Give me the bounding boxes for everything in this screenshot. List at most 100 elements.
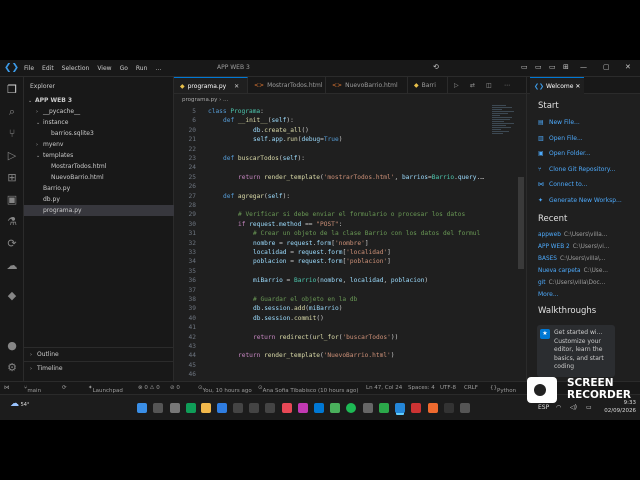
language-indicator[interactable]: ESP — [538, 404, 549, 411]
menu-edit[interactable]: Edit — [38, 65, 58, 72]
whatsapp-icon[interactable] — [379, 403, 389, 413]
maximize-icon[interactable]: ▢ — [603, 63, 610, 71]
language-mode[interactable]: {} Python — [490, 385, 516, 394]
code-line[interactable]: 37 — [174, 286, 526, 295]
python-icon[interactable]: ◆ — [5, 289, 19, 303]
walkthrough-card[interactable]: ★ Get started wi... Customize your edito… — [537, 325, 615, 377]
run-debug-icon[interactable]: ▷ — [5, 149, 19, 163]
close-tab-icon[interactable]: ✕ — [575, 83, 580, 90]
breadcrumb[interactable]: programa.py › … — [174, 95, 526, 105]
app-blue-icon[interactable] — [314, 403, 324, 413]
code-line[interactable]: 29 # Verificar si debe enviar el formular… — [174, 210, 526, 219]
timeline-history-icon[interactable]: ⟳ — [5, 237, 19, 251]
launchpad-status[interactable]: ✦ Launchpad — [88, 385, 123, 394]
settings-gear-icon[interactable]: ⚙ — [5, 361, 19, 375]
file-tree-item[interactable]: barrios.sqlite3 — [24, 128, 174, 139]
code-line[interactable]: 31 # Crear un objeto de la clase Barrio c… — [174, 229, 526, 238]
close-tab-icon[interactable]: ✕ — [234, 83, 239, 90]
start-link[interactable]: ⋈ Connect to... — [538, 181, 587, 188]
code-line[interactable]: 6 def __init__(self): — [174, 116, 526, 125]
file-tree-item[interactable]: db.py — [24, 194, 174, 205]
explorer-icon[interactable]: ❐ — [5, 83, 19, 97]
menu-selection[interactable]: Selection — [58, 65, 94, 72]
edge-icon[interactable] — [217, 403, 227, 413]
menu-file[interactable]: File — [20, 65, 38, 72]
menu-view[interactable]: View — [93, 65, 115, 72]
toggle-secondary-icon[interactable]: ▭ — [549, 63, 556, 71]
remote-explorer-icon[interactable]: ▣ — [5, 193, 19, 207]
editor-scrollbar[interactable] — [518, 177, 524, 269]
code-line[interactable]: 41 — [174, 323, 526, 332]
more-recent-link[interactable]: More... — [538, 291, 559, 298]
recent-item[interactable]: appweb C:\Users\villa... — [538, 232, 607, 238]
timeline-section[interactable]: › Timeline — [24, 361, 174, 374]
start-menu-icon[interactable] — [137, 403, 147, 413]
menu-more[interactable]: … — [151, 65, 165, 72]
tab-nuevobarrio-html[interactable]: <> NuevoBarrio.html — [326, 77, 408, 93]
code-line[interactable]: 23 def buscarTodos(self): — [174, 154, 526, 163]
tab-barrio-py[interactable]: ◆ Barri — [408, 77, 448, 93]
minimap[interactable] — [492, 105, 518, 145]
code-line[interactable]: 28 — [174, 201, 526, 210]
menu-go[interactable]: Go — [116, 65, 132, 72]
code-line[interactable]: 35 — [174, 267, 526, 276]
recent-item[interactable]: BASES C:\Users\villa\... — [538, 256, 605, 262]
app-orange-icon[interactable] — [428, 403, 438, 413]
minimize-icon[interactable]: — — [580, 63, 587, 71]
folder-tree-item[interactable]: › __pycache__ — [24, 106, 174, 117]
chrome-icon[interactable] — [186, 403, 196, 413]
code-line[interactable]: 21 self.app.run(debug=True) — [174, 135, 526, 144]
search-icon[interactable]: ⌕ — [5, 105, 19, 119]
extensions-icon[interactable]: ⊞ — [5, 171, 19, 185]
code-line[interactable]: 46 — [174, 370, 526, 379]
app-icon[interactable] — [249, 403, 259, 413]
tab-programa-py[interactable]: ◆ programa.py ✕ — [174, 77, 248, 93]
search-taskbar-icon[interactable] — [153, 403, 163, 413]
cursor-position[interactable]: Ln 47, Col 24 — [366, 385, 402, 391]
code-line[interactable]: 5 class Programa: — [174, 107, 526, 116]
file-explorer-icon[interactable] — [201, 403, 211, 413]
recent-item[interactable]: APP WEB 2 C:\Users\vi... — [538, 244, 609, 250]
file-tree-item[interactable]: Barrio.py — [24, 183, 174, 194]
indentation-status[interactable]: Spaces: 4 — [408, 385, 435, 391]
app-gray-icon[interactable] — [363, 403, 373, 413]
code-line[interactable]: 27 def agregar(self): — [174, 192, 526, 201]
start-link[interactable]: ▥ Open File... — [538, 135, 583, 142]
spotify-icon[interactable] — [346, 403, 356, 413]
source-control-icon[interactable]: ⑂ — [5, 127, 19, 141]
split-editor-icon[interactable]: ▷ — [454, 77, 459, 93]
account-avatar-icon[interactable]: ● — [5, 339, 19, 353]
code-line[interactable]: 36 miBarrio = Barrio(nombre, localidad, p… — [174, 276, 526, 285]
git-blame-status[interactable]: ⊙ You, 10 hours ago — [198, 385, 252, 394]
battery-icon[interactable]: ▭ — [586, 404, 592, 411]
recent-item[interactable]: git C:\Users\villa\Doc... — [538, 280, 605, 286]
start-link[interactable]: ✦ Generate New Worksp... — [538, 197, 622, 204]
remote-indicator-icon[interactable]: ⋈ — [4, 385, 10, 391]
split-icon[interactable]: ◫ — [486, 77, 492, 93]
menu-run[interactable]: Run — [132, 65, 152, 72]
start-link[interactable]: ▤ New File... — [538, 119, 580, 126]
store-icon[interactable] — [233, 403, 243, 413]
sync-icon[interactable]: ⟳ — [62, 385, 67, 391]
code-line[interactable]: 24 — [174, 163, 526, 172]
app-red2-icon[interactable] — [411, 403, 421, 413]
code-line[interactable]: 43 — [174, 342, 526, 351]
app-pink-icon[interactable] — [298, 403, 308, 413]
code-line[interactable]: 30 if request.method == "POST": — [174, 220, 526, 229]
toggle-sidebar-icon[interactable]: ▭ — [521, 63, 528, 71]
code-line[interactable]: 42 return redirect(url_for('buscarTodos')… — [174, 333, 526, 342]
encoding-status[interactable]: UTF-8 — [440, 385, 456, 391]
layout-icon[interactable]: ⊞ — [563, 63, 569, 71]
code-line[interactable]: 34 poblacion = request.form['poblacion'] — [174, 257, 526, 266]
recent-item[interactable]: Nueva carpeta C:\Use... — [538, 268, 608, 274]
app-dark-icon[interactable] — [444, 403, 454, 413]
outline-section[interactable]: › Outline — [24, 347, 174, 360]
start-link[interactable]: ⑂ Clone Git Repository... — [538, 166, 615, 173]
docker-icon[interactable]: ☁ — [5, 259, 19, 273]
testing-icon[interactable]: ⚗ — [5, 215, 19, 229]
code-line[interactable]: 32 nombre = request.form['nombre'] — [174, 239, 526, 248]
branch-status[interactable]: ⑂ main — [24, 385, 41, 394]
folder-tree-item[interactable]: ⌄ APP WEB 3 — [24, 95, 174, 106]
weather-widget[interactable]: ☁ 54° — [10, 399, 29, 409]
app-red-icon[interactable] — [282, 403, 292, 413]
